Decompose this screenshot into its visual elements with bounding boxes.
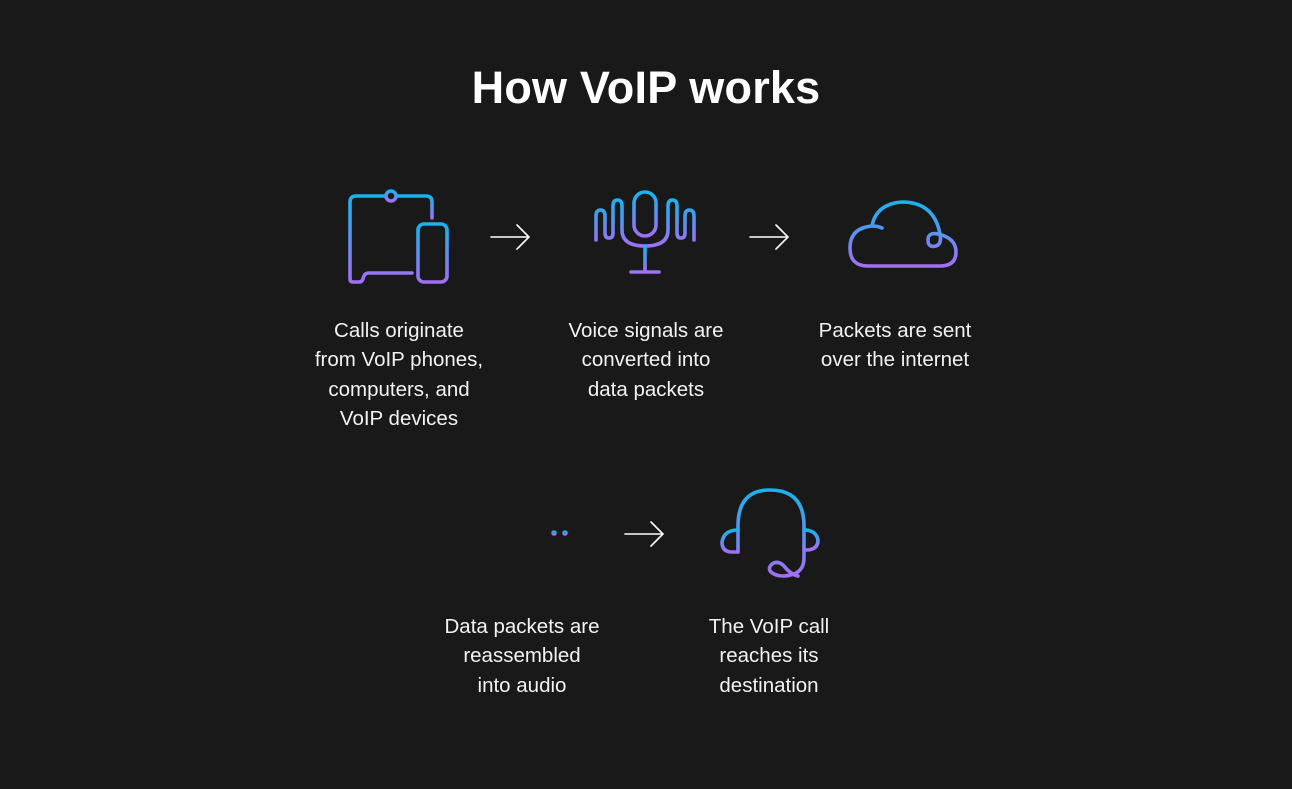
arrow-right-icon: [748, 223, 792, 256]
audio-waveform-icon: [488, 485, 572, 581]
step-caption-call-reaches-destination: The VoIP call reaches its destination: [708, 615, 830, 697]
headset-icon: [718, 486, 822, 582]
step-caption-calls-originate: Calls originate from VoIP phones, comput…: [314, 319, 484, 430]
microphone-waves-icon: [592, 188, 702, 278]
cloud-icon: [846, 198, 960, 272]
devices-icon: [346, 188, 450, 284]
step-caption-voice-converted: Voice signals are converted into data pa…: [568, 319, 724, 401]
step-caption-packets-reassembled: Data packets are reassembled into audio: [444, 615, 600, 697]
arrow-right-icon: [489, 223, 533, 256]
arrow-right-icon: [623, 520, 667, 553]
page-title: How VoIP works: [471, 62, 821, 113]
step-caption-packets-sent: Packets are sent over the internet: [818, 319, 972, 372]
